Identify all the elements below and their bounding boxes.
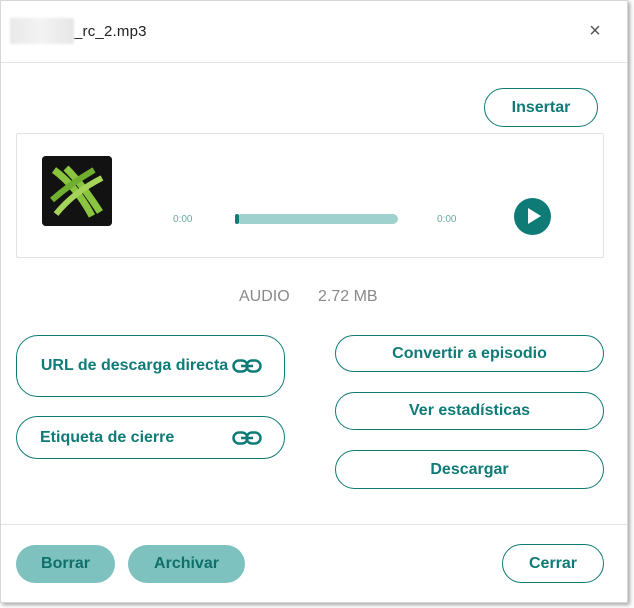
dialog-title-text: _rc_2.mp3: [74, 22, 147, 40]
link-icon: [232, 359, 262, 373]
dialog-header: _rc_2.mp3 ×: [1, 1, 627, 63]
download-button[interactable]: Descargar: [335, 450, 604, 489]
file-details-dialog: _rc_2.mp3 × Insertar 0:00 0:00 AUDIO 2.7…: [0, 0, 628, 603]
current-time: 0:00: [173, 214, 193, 225]
convert-to-episode-button[interactable]: Convertir a episodio: [335, 335, 604, 372]
direct-download-url-button[interactable]: URL de descarga directa: [16, 335, 285, 397]
insert-button[interactable]: Insertar: [484, 88, 598, 127]
progress-track[interactable]: [235, 214, 398, 224]
dialog-title: _rc_2.mp3: [10, 17, 147, 45]
view-statistics-button[interactable]: Ver estadísticas: [335, 392, 604, 430]
closing-tag-button[interactable]: Etiqueta de cierre: [16, 416, 285, 459]
podcast-logo-icon: [42, 156, 112, 226]
closing-tag-label: Etiqueta de cierre: [40, 428, 175, 446]
archive-button[interactable]: Archivar: [128, 545, 245, 583]
progress-handle[interactable]: [235, 214, 239, 224]
total-time: 0:00: [437, 214, 457, 225]
close-button[interactable]: Cerrar: [502, 544, 604, 583]
file-size: 2.72 MB: [318, 288, 378, 305]
file-type: AUDIO: [239, 288, 290, 305]
direct-download-url-label: URL de descarga directa: [40, 357, 229, 374]
close-icon[interactable]: ×: [585, 21, 605, 41]
redacted-filename-prefix: [10, 18, 74, 44]
delete-button[interactable]: Borrar: [16, 545, 115, 583]
audio-player: 0:00 0:00: [16, 133, 604, 258]
link-icon: [232, 430, 262, 445]
play-icon[interactable]: [514, 198, 551, 235]
